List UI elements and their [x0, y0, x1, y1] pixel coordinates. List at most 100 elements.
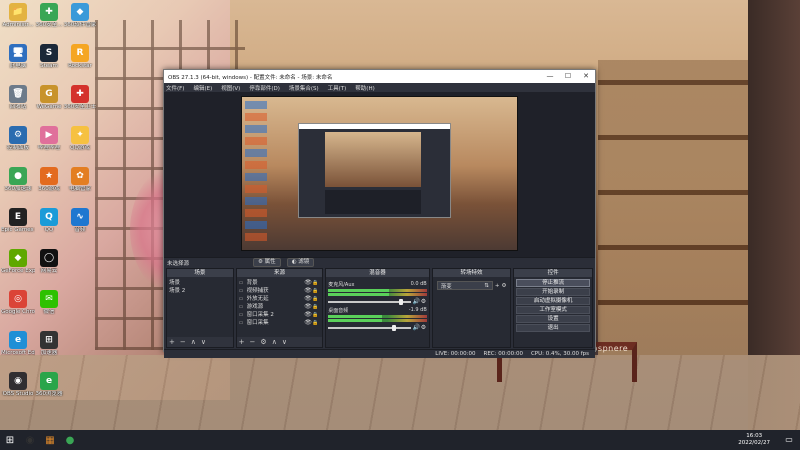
- volume-slider-knob[interactable]: [392, 324, 397, 331]
- obs-preview[interactable]: [164, 92, 595, 257]
- source-item[interactable]: ▭ 窗口采集 👁 🔒: [239, 319, 321, 327]
- desktop-icon[interactable]: ★ 360游戏: [32, 167, 66, 192]
- windows-start-icon[interactable]: ⊞: [0, 430, 20, 450]
- close-icon[interactable]: ✕: [577, 70, 595, 83]
- desktop-app-icon: ●: [9, 167, 27, 185]
- menu-view[interactable]: 视图(V): [221, 84, 240, 92]
- scene-item[interactable]: 场景: [169, 279, 231, 287]
- lock-icon[interactable]: 🔒: [312, 311, 320, 319]
- speaker-icon[interactable]: 🔊: [413, 298, 420, 305]
- maximize-icon[interactable]: ☐: [559, 70, 577, 83]
- move-down-icon[interactable]: ∨: [282, 338, 287, 346]
- taskbar-app-icon[interactable]: ●: [60, 430, 80, 450]
- add-source-icon[interactable]: +: [239, 338, 245, 346]
- source-settings-icon[interactable]: ⚙: [260, 338, 266, 346]
- desktop-icon[interactable]: ⊞ 加速器: [32, 331, 66, 356]
- desktop-icon[interactable]: ◯ 网易云: [32, 249, 66, 274]
- clock-time: 16:03: [746, 433, 763, 439]
- visibility-eye-icon[interactable]: 👁: [304, 319, 312, 327]
- menu-help[interactable]: 帮助(H): [355, 84, 374, 92]
- lock-icon[interactable]: 🔒: [312, 303, 320, 311]
- visibility-eye-icon[interactable]: 👁: [304, 279, 312, 287]
- taskbar-obs-icon[interactable]: ◉: [20, 430, 40, 450]
- lock-icon[interactable]: 🔒: [312, 319, 320, 327]
- source-item[interactable]: ▭ 背景 👁 🔒: [239, 279, 321, 287]
- desktop-icon[interactable]: e 360浏览器: [32, 372, 66, 397]
- settings-button[interactable]: 设置: [516, 315, 590, 323]
- desktop-icon[interactable]: ✦ QQ游戏: [63, 126, 97, 151]
- add-transition-icon[interactable]: +: [495, 283, 500, 289]
- desktop-icon[interactable]: ◆ 360软件管家: [63, 3, 97, 28]
- minimize-icon[interactable]: —: [541, 70, 559, 83]
- desktop-icon[interactable]: ◎Google Chrome: [1, 290, 35, 315]
- desktop-icon[interactable]: Q QQ: [32, 208, 66, 233]
- obs-window[interactable]: OBS 27.1.3 (64-bit, windows) - 配置文件: 未命名…: [163, 69, 596, 358]
- add-scene-icon[interactable]: +: [169, 338, 175, 346]
- track-db: 0.0 dB: [410, 281, 427, 287]
- remove-source-icon[interactable]: −: [250, 338, 256, 346]
- studio-mode-button[interactable]: 工作室模式: [516, 306, 590, 314]
- lock-icon[interactable]: 🔒: [312, 287, 320, 295]
- scene-item[interactable]: 场景 2: [169, 287, 231, 295]
- menu-scene-collection[interactable]: 场景集合(S): [289, 84, 319, 92]
- obs-titlebar[interactable]: OBS 27.1.3 (64-bit, windows) - 配置文件: 未命名…: [164, 70, 595, 83]
- menu-tools[interactable]: 工具(T): [328, 84, 347, 92]
- notification-icon[interactable]: ▭: [784, 435, 794, 445]
- transition-select[interactable]: 渐变 ⇅: [436, 281, 493, 290]
- desktop-icon[interactable]: 🖥 此电脑: [1, 44, 35, 69]
- desktop-icon[interactable]: eMicrosoft Edge: [1, 331, 35, 356]
- desktop-icon[interactable]: 📁 Administr...: [1, 3, 35, 28]
- menu-docks[interactable]: 停靠部件(D): [249, 84, 280, 92]
- speaker-icon[interactable]: 🔊: [413, 324, 420, 331]
- desktop-icon[interactable]: ✚ 360安全...: [32, 3, 66, 28]
- start-virtual-camera-button[interactable]: 启动虚拟摄像机: [516, 297, 590, 305]
- desktop-icon[interactable]: ● 360加速球: [1, 167, 35, 192]
- gear-icon[interactable]: ⚙: [421, 324, 427, 331]
- lock-icon[interactable]: 🔒: [312, 295, 320, 303]
- desktop-icon[interactable]: ✉ 微信: [32, 290, 66, 315]
- move-up-icon[interactable]: ∧: [191, 338, 196, 346]
- desktop-icon[interactable]: ∿ 音频: [63, 208, 97, 233]
- volume-slider-knob[interactable]: [398, 298, 403, 305]
- menu-edit[interactable]: 编辑(E): [193, 84, 212, 92]
- scenes-footer: + − ∧ ∨: [167, 337, 233, 347]
- desktop-icon[interactable]: R Rockstar: [63, 44, 97, 69]
- volume-slider[interactable]: [328, 298, 411, 305]
- remove-scene-icon[interactable]: −: [180, 338, 186, 346]
- move-down-icon[interactable]: ∨: [201, 338, 206, 346]
- desktop-icon[interactable]: ⚙ 控制面板: [1, 126, 35, 151]
- visibility-eye-icon[interactable]: 👁: [304, 303, 312, 311]
- desktop-icon[interactable]: 🗑 回收站: [1, 85, 35, 110]
- filters-button[interactable]: ◐ 滤镜: [286, 258, 315, 267]
- desktop-icon[interactable]: EEpic Games Launcher: [1, 208, 35, 233]
- properties-button[interactable]: ⚙ 属性: [253, 258, 281, 267]
- source-item[interactable]: ▭ 视频捕获 👁 🔒: [239, 287, 321, 295]
- desktop-icon[interactable]: ▶ 哔哩哔哩: [32, 126, 66, 151]
- source-item[interactable]: ▭ 窗口采集 2 👁 🔒: [239, 311, 321, 319]
- lock-icon[interactable]: 🔒: [312, 279, 320, 287]
- move-up-icon[interactable]: ∧: [272, 338, 277, 346]
- source-item[interactable]: ▭ 游戏源 👁 🔒: [239, 303, 321, 311]
- desktop-icon[interactable]: G WeGame: [32, 85, 66, 110]
- desktop-icon[interactable]: S Steam: [32, 44, 66, 69]
- source-item[interactable]: ▭ 外放无延 👁 🔒: [239, 295, 321, 303]
- desktop-icon[interactable]: ✚ 360安全卫士: [63, 85, 97, 110]
- exit-button[interactable]: 退出: [516, 324, 590, 332]
- volume-slider[interactable]: [328, 324, 411, 331]
- desktop-icon[interactable]: ✿ 电脑管家: [63, 167, 97, 192]
- taskbar-clock[interactable]: 16:03 2022/02/27: [738, 433, 770, 447]
- taskbar-app-icon[interactable]: ▦: [40, 430, 60, 450]
- visibility-eye-icon[interactable]: 👁: [304, 311, 312, 319]
- sources-list: ▭ 背景 👁 🔒 ▭ 视频捕获 👁 🔒 ▭ 外放无延 👁 🔒 ▭ 游戏源 👁 🔒 ▭ 窗口采集 2 👁 🔒 ▭…: [236, 277, 323, 337]
- transition-settings-icon[interactable]: ⚙: [501, 283, 506, 289]
- stop-streaming-button[interactable]: 停止推流: [516, 279, 590, 287]
- desktop-icon-label: Administr...: [2, 22, 34, 28]
- visibility-eye-icon[interactable]: 👁: [304, 287, 312, 295]
- start-recording-button[interactable]: 开始录制: [516, 288, 590, 296]
- desktop-icon[interactable]: ◉ OBS Studio: [1, 372, 35, 397]
- menu-file[interactable]: 文件(F): [166, 84, 184, 92]
- desktop-icon[interactable]: ◆GeForce Experience: [1, 249, 35, 274]
- gear-icon[interactable]: ⚙: [421, 298, 427, 305]
- track-db: -1.9 dB: [408, 307, 427, 313]
- visibility-eye-icon[interactable]: 👁: [304, 295, 312, 303]
